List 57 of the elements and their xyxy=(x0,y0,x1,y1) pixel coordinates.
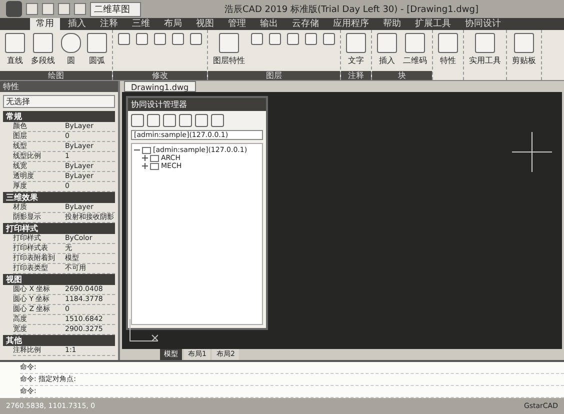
workspace-dropdown[interactable]: 二维草图 xyxy=(90,2,141,16)
ucs-icon xyxy=(128,319,158,343)
tool-icon[interactable] xyxy=(211,114,224,127)
tool-icon[interactable] xyxy=(172,33,184,45)
panel-title: 块 xyxy=(372,71,432,80)
expand-icon[interactable] xyxy=(142,163,148,169)
document-tab[interactable]: Drawing1.dwg xyxy=(124,81,196,92)
window-title: 浩辰CAD 2019 标准版(Trial Day Left 30) - [Drawing1.dwg] xyxy=(224,4,480,16)
tool-icon[interactable] xyxy=(323,33,335,45)
panel-title: 绘图 xyxy=(0,71,112,80)
ribbon-tab[interactable]: 布局 xyxy=(158,18,188,30)
expand-icon[interactable] xyxy=(142,155,148,161)
panel-title: 注释 xyxy=(341,71,371,80)
toolbar-icon[interactable] xyxy=(26,3,38,15)
tool-icon[interactable] xyxy=(118,33,130,45)
panel-title: 特性 xyxy=(0,81,118,92)
section-header[interactable]: 其他 xyxy=(3,335,115,346)
tool-icon[interactable] xyxy=(287,33,299,45)
ribbon-tab[interactable]: 帮助 xyxy=(377,18,407,30)
ribbon-tab[interactable]: 插入 xyxy=(62,18,92,30)
tool-icon[interactable] xyxy=(179,114,192,127)
tool-icon[interactable] xyxy=(195,114,208,127)
toolbar-icon[interactable] xyxy=(42,3,54,15)
tool-icon[interactable] xyxy=(131,114,144,127)
ribbon-tab[interactable]: 协同设计 xyxy=(459,18,507,30)
toolbar-icon[interactable] xyxy=(74,3,86,15)
section-header[interactable]: 常规 xyxy=(3,111,115,122)
ribbon-button[interactable]: 图层特性 xyxy=(213,33,245,66)
tool-icon[interactable] xyxy=(163,114,176,127)
ribbon-tab[interactable]: 扩展工具 xyxy=(409,18,457,30)
section-header[interactable]: 视图 xyxy=(3,274,115,285)
tool-icon[interactable] xyxy=(147,114,160,127)
tool-icon[interactable] xyxy=(154,33,166,45)
panel-title: 协同设计管理器 xyxy=(128,98,266,111)
ribbon-tab[interactable]: 三维 xyxy=(126,18,156,30)
collapse-icon[interactable] xyxy=(134,147,140,153)
ribbon-tab[interactable]: 视图 xyxy=(190,18,220,30)
ribbon-tab[interactable]: 云存储 xyxy=(286,18,325,30)
toolbar-icon[interactable] xyxy=(58,3,70,15)
ribbon-tab[interactable]: 输出 xyxy=(254,18,284,30)
panel-title: 修改 xyxy=(113,71,207,80)
section-header[interactable]: 三维效果 xyxy=(3,192,115,203)
ribbon-tab[interactable]: 常用 xyxy=(30,18,60,30)
tool-icon[interactable] xyxy=(269,33,281,45)
ribbon-tab[interactable]: 应用程序 xyxy=(327,18,375,30)
panel-title: 图层 xyxy=(208,71,340,80)
selection-dropdown[interactable]: 无选择 xyxy=(3,95,115,108)
ribbon-tab[interactable]: 管理 xyxy=(222,18,252,30)
tool-icon[interactable] xyxy=(305,33,317,45)
section-header[interactable]: 打印样式 xyxy=(3,223,115,234)
tool-icon[interactable] xyxy=(251,33,263,45)
app-logo[interactable] xyxy=(6,1,22,17)
tool-icon[interactable] xyxy=(136,33,148,45)
crosshair-icon xyxy=(512,132,552,172)
ribbon-tab[interactable]: 注释 xyxy=(94,18,124,30)
tool-icon[interactable] xyxy=(190,33,202,45)
ribbon-button[interactable]: 实用工具 xyxy=(469,33,501,66)
